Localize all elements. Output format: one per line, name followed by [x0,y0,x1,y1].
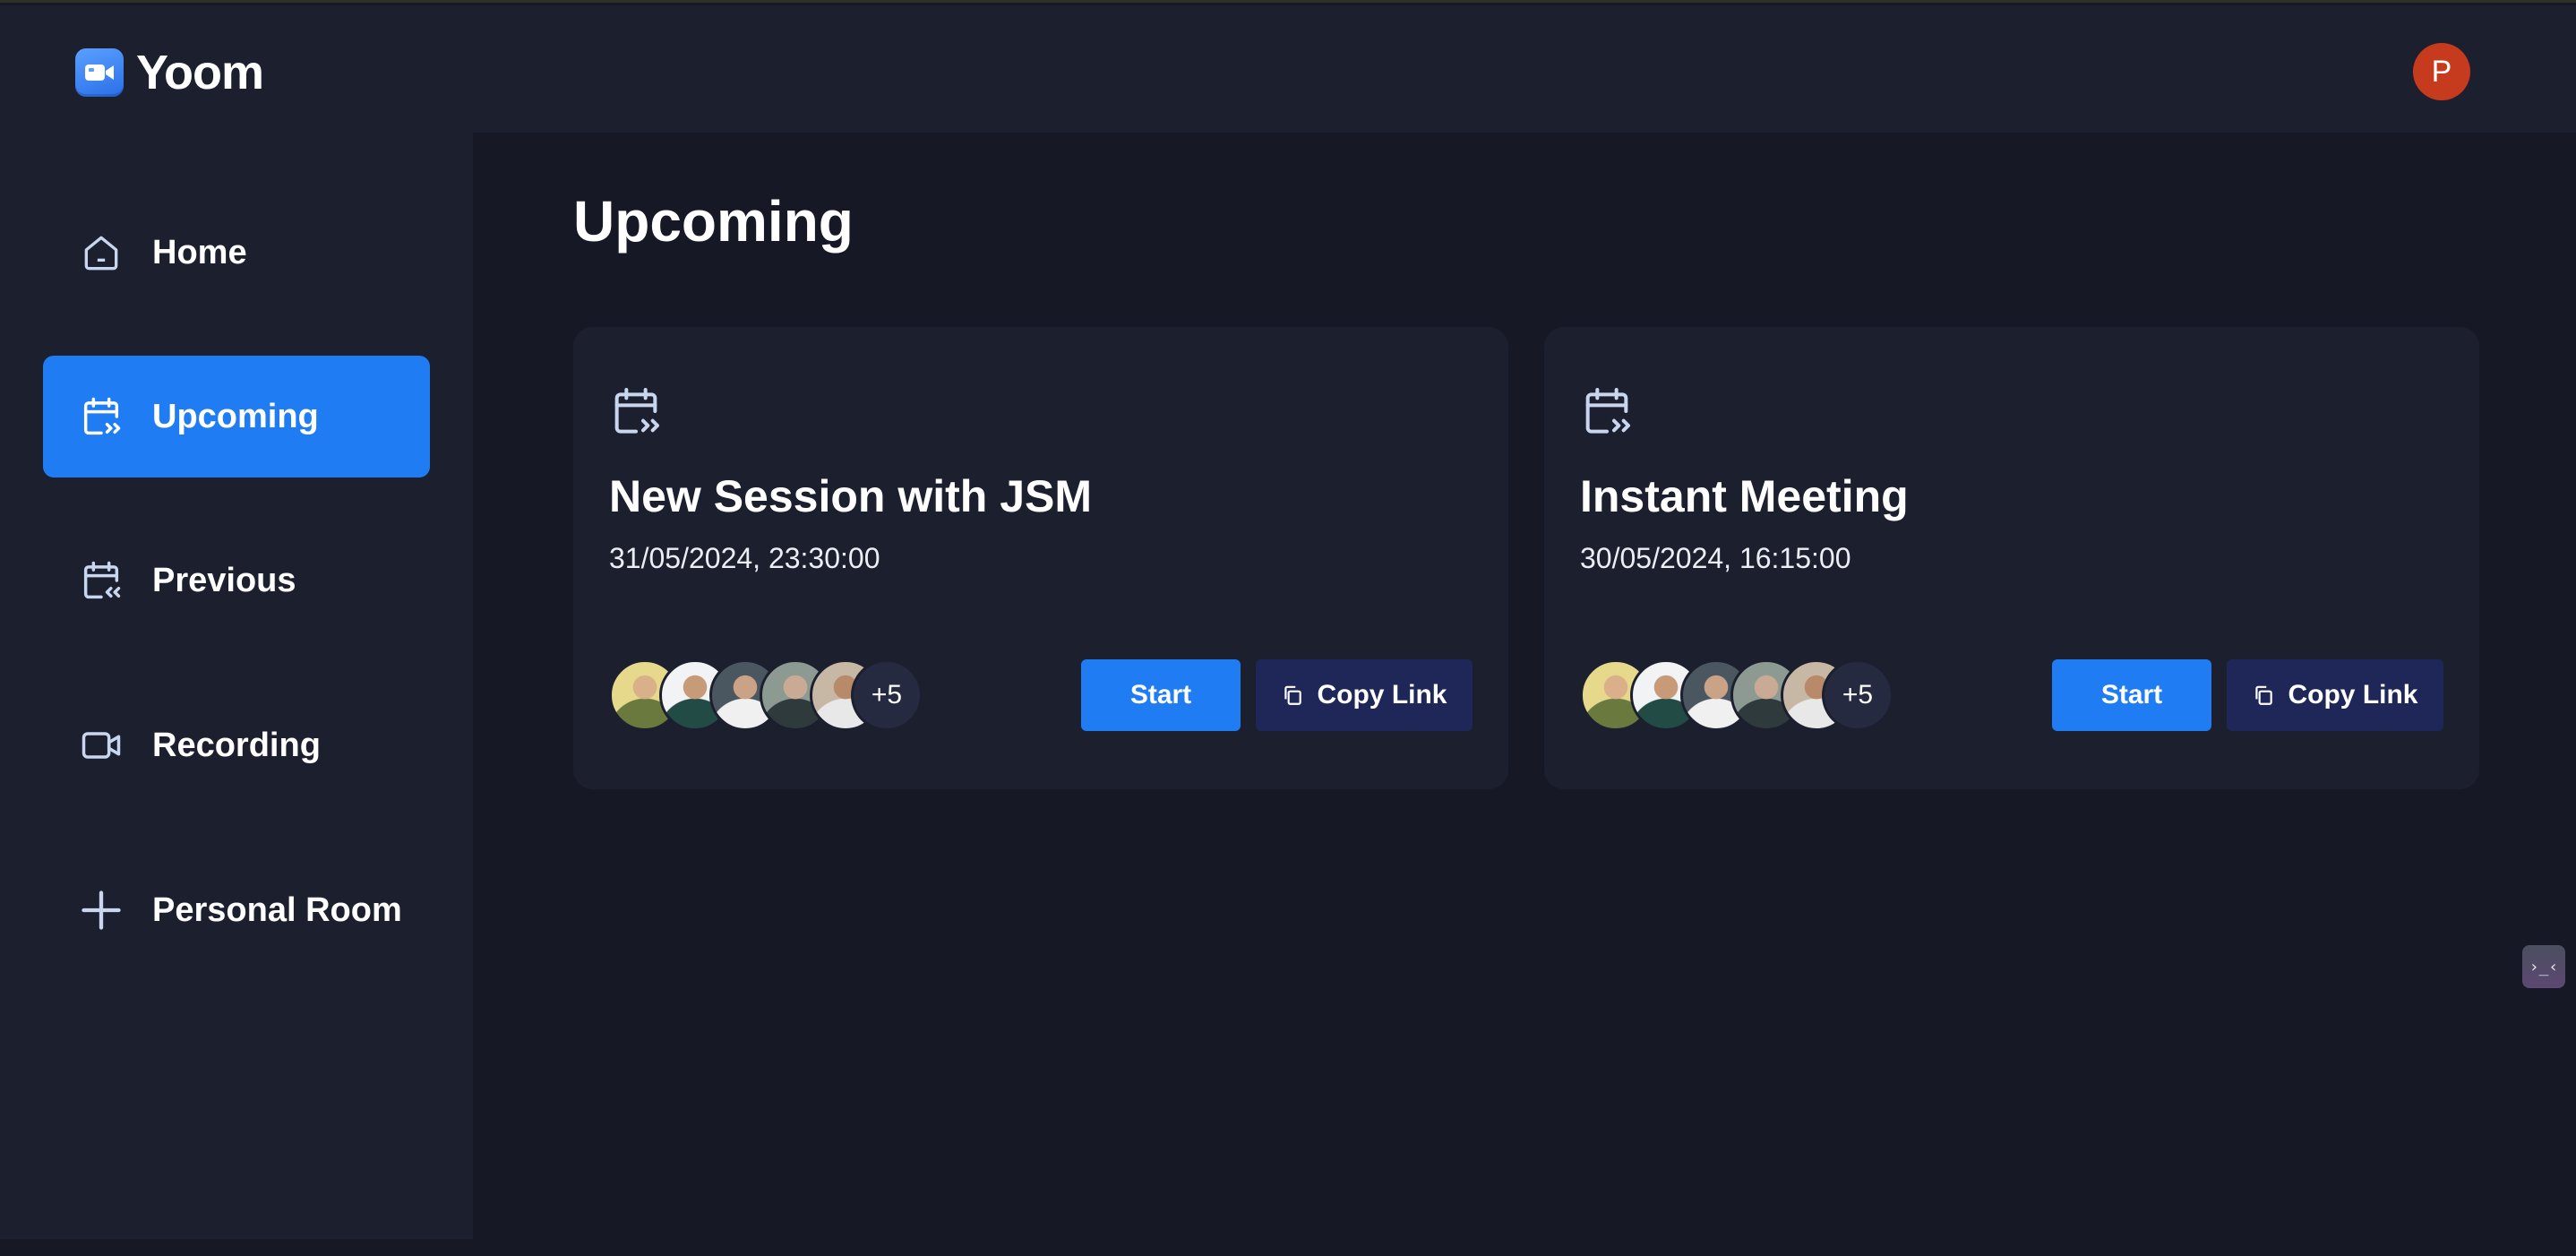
meeting-title: Instant Meeting [1580,471,1909,521]
copy-link-label: Copy Link [2288,680,2418,710]
video-icon [77,721,125,770]
main-content: Upcoming New Session with JSM 31/05/2024… [473,133,2576,1256]
copy-icon [2255,685,2273,705]
meeting-card: Instant Meeting 30/05/2024, 16:15:00 +5 … [1544,327,2479,789]
copy-icon [1284,685,1302,705]
logo[interactable]: Yoom [75,45,264,100]
calendar-previous-icon [77,556,125,605]
copy-link-button[interactable]: Copy Link [1256,659,1473,731]
sidebar-item-upcoming[interactable]: Upcoming [43,356,430,477]
attendee-avatars: +5 [1580,659,1902,731]
calendar-upcoming-icon [77,392,125,441]
sidebar-item-label: Home [152,233,247,271]
sidebar-item-personal-room[interactable]: Personal Room [43,849,430,971]
app-window: Yoom P Home Upcoming Previous Recording … [0,0,2576,1256]
top-navbar: Yoom P [0,5,2576,133]
meeting-datetime: 30/05/2024, 16:15:00 [1580,542,1851,574]
sidebar-item-previous[interactable]: Previous [43,520,430,641]
app-name: Yoom [136,46,264,99]
sidebar-item-label: Previous [152,561,296,599]
sidebar-item-label: Recording [152,726,321,764]
meeting-datetime: 31/05/2024, 23:30:00 [609,542,880,574]
sidebar-item-label: Personal Room [152,890,402,929]
more-attendees-badge: +5 [1822,659,1893,731]
home-icon [77,228,125,277]
bottom-edge [0,1239,2576,1256]
video-camera-icon [75,48,124,97]
copy-link-button[interactable]: Copy Link [2227,659,2443,731]
sidebar: Home Upcoming Previous Recording Persona… [0,133,473,1239]
sidebar-item-label: Upcoming [152,397,319,435]
attendee-avatars: +5 [609,659,932,731]
meeting-title: New Session with JSM [609,471,1093,521]
more-attendees-badge: +5 [851,659,923,731]
start-button[interactable]: Start [1081,659,1241,731]
page-title: Upcoming [573,189,854,254]
sidebar-item-recording[interactable]: Recording [43,684,430,806]
sidebar-item-home[interactable]: Home [43,192,430,314]
calendar-upcoming-icon [607,383,665,440]
copy-link-label: Copy Link [1317,680,1447,710]
start-button[interactable]: Start [2052,659,2211,731]
calendar-upcoming-icon [1578,383,1636,440]
plus-icon [77,886,125,934]
user-avatar[interactable]: P [2413,43,2470,100]
meeting-card: New Session with JSM 31/05/2024, 23:30:0… [573,327,1508,789]
dev-tools-icon[interactable]: ›_‹ [2522,945,2565,988]
